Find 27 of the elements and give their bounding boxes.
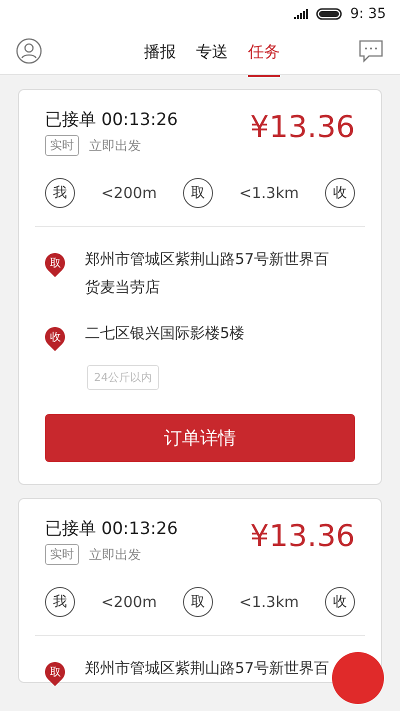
route-distance: <1.3km	[239, 593, 299, 611]
order-status: 已接单 00:13:26	[45, 519, 178, 539]
realtime-tag: 实时	[45, 135, 79, 156]
route-distance: <1.3km	[239, 184, 299, 202]
realtime-tag: 实时	[45, 544, 79, 565]
route-stop: 我	[45, 587, 75, 617]
route-stop: 收	[324, 587, 355, 617]
weight-tag: 24公斤以内	[87, 365, 159, 390]
route-stop: 取	[183, 587, 214, 617]
order-price: ¥13.36	[250, 519, 355, 554]
route-stop: 我	[45, 178, 75, 208]
order-status: 已接单 00:13:26	[45, 110, 178, 130]
nav-tab[interactable]: 专送	[196, 32, 228, 76]
nav-tab[interactable]: 播报	[144, 32, 176, 76]
departure-text: 立即出发	[89, 138, 141, 154]
order-details-button[interactable]: 订单详情	[45, 414, 355, 462]
address-text: 郑州市管城区紫荆山路57号新世界百	[85, 658, 330, 679]
nav-tab[interactable]: 任务	[248, 32, 280, 76]
route-distance: <200m	[101, 184, 157, 202]
address-text: 二七区银兴国际影楼5楼	[85, 323, 246, 344]
route-distance: <200m	[101, 593, 157, 611]
route-stop: 取	[183, 178, 214, 208]
status-time: 9: 35	[350, 6, 386, 22]
route-stop: 收	[324, 178, 355, 208]
order-price: ¥13.36	[250, 110, 355, 145]
departure-text: 立即出发	[89, 546, 141, 564]
address-text: 郑州市管城区紫荆山路57号新世界百货麦当劳店	[85, 249, 330, 298]
